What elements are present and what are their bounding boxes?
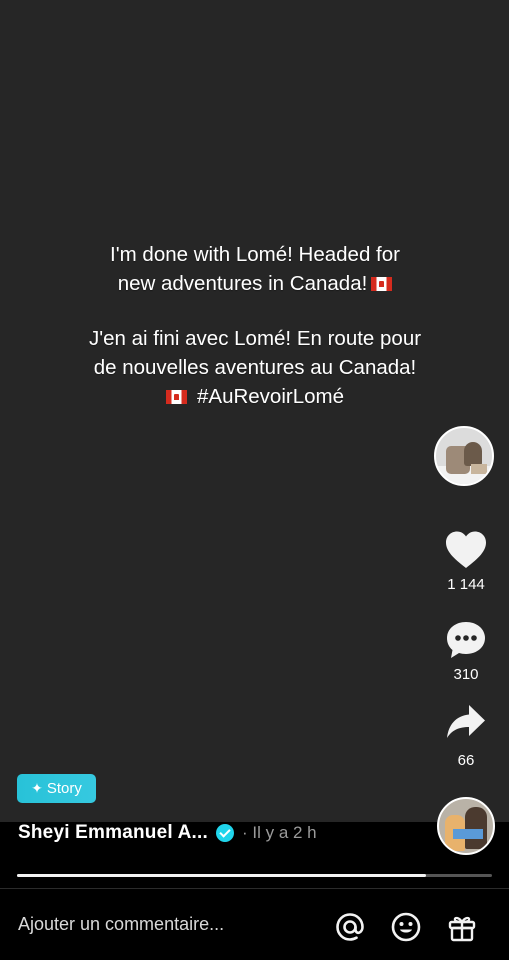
comment-input[interactable]: Ajouter un commentaire...: [18, 914, 224, 935]
author-name[interactable]: Sheyi Emmanuel A...: [18, 822, 208, 844]
emoji-button[interactable]: [389, 910, 423, 944]
caption-line: new adventures in Canada!: [40, 269, 470, 298]
post-caption-french: J'en ai fini avec Lomé! En route pour de…: [40, 324, 470, 411]
gift-icon: [448, 916, 476, 942]
share-count: 66: [457, 752, 475, 769]
comment-count: 310: [453, 666, 479, 683]
canada-flag-icon: [371, 277, 393, 291]
story-badge[interactable]: ✦ Story: [17, 774, 96, 803]
share-button[interactable]: 66: [436, 702, 496, 769]
verified-badge-icon: [216, 824, 234, 842]
divider: [0, 888, 509, 889]
at-icon: [336, 913, 364, 941]
bottom-panel: Sheyi Emmanuel A... · Il y a 2 h Ajouter…: [0, 822, 509, 960]
mention-button[interactable]: [333, 910, 367, 944]
share-arrow-icon: [447, 705, 485, 738]
caption-line-text: new adventures in Canada!: [117, 272, 368, 295]
video-progress-fill: [17, 874, 426, 877]
comment-button[interactable]: 310: [436, 620, 496, 683]
caption-line: de nouvelles aventures au Canada!: [93, 356, 417, 379]
creator-avatar[interactable]: [434, 426, 494, 486]
comment-tools: [333, 910, 479, 944]
caption-line: J'en ai fini avec Lomé! En route pour: [88, 327, 422, 350]
canada-flag-icon: [166, 390, 187, 404]
gift-button[interactable]: [445, 910, 479, 944]
sparkle-icon: ✦: [31, 780, 43, 796]
video-stage[interactable]: I'm done with Lomé! Headed for new adven…: [0, 0, 509, 822]
like-button[interactable]: 1 144: [436, 530, 496, 593]
video-progress-bar[interactable]: [17, 874, 492, 877]
heart-icon: [446, 531, 486, 568]
post-time: · Il y a 2 h: [242, 823, 317, 842]
story-label: Story: [46, 780, 82, 797]
comment-bubble-icon: [447, 622, 485, 658]
caption-line: #AuRevoirLomé: [40, 382, 470, 411]
music-disc-avatar[interactable]: [437, 797, 495, 855]
like-count: 1 144: [447, 576, 485, 593]
emoji-icon: [391, 912, 421, 942]
author-row: Sheyi Emmanuel A... · Il y a 2 h: [18, 822, 317, 844]
post-caption-english: I'm done with Lomé! Headed for new adven…: [40, 240, 470, 298]
caption-line: I'm done with Lomé! Headed for: [110, 243, 400, 266]
hashtag[interactable]: #AuRevoirLomé: [197, 385, 344, 408]
